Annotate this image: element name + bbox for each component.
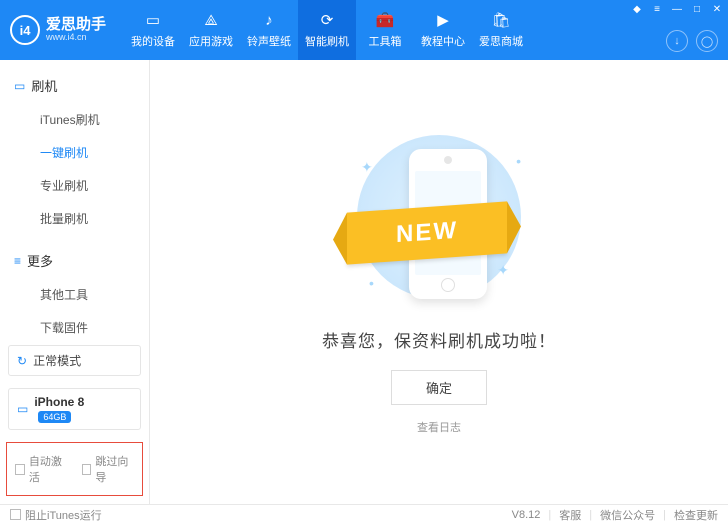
skip-guide-checkbox[interactable]: 跳过向导	[82, 453, 135, 485]
sidebar-section-head: ≡ 更多	[0, 245, 149, 276]
nav-icon: 🛍	[492, 11, 510, 29]
app-title: 爱思助手	[46, 17, 106, 32]
nav-icon: ⟁	[202, 11, 220, 29]
skin-button[interactable]: ◆	[630, 2, 644, 16]
sidebar-section-head: ▭ 刷机	[0, 70, 149, 101]
nav-label: 教程中心	[421, 33, 465, 49]
nav-icon: ▭	[144, 11, 162, 29]
sidebar-options-highlight: 自动激活 跳过向导	[6, 442, 143, 496]
checkbox-icon	[82, 464, 92, 475]
sidebar-item[interactable]: 专业刷机	[0, 169, 149, 202]
nav-item-6[interactable]: 🛍 爱思商城	[472, 0, 530, 60]
footer-link-update[interactable]: 检查更新	[674, 507, 718, 523]
nav-item-5[interactable]: ▶ 教程中心	[414, 0, 472, 60]
nav-label: 工具箱	[369, 33, 402, 49]
nav-item-2[interactable]: ♪ 铃声壁纸	[240, 0, 298, 60]
footer-link-wechat[interactable]: 微信公众号	[600, 507, 655, 523]
phone-icon: ▭	[17, 402, 28, 416]
header-right: ↓ ◯	[666, 30, 718, 52]
minimize-button[interactable]: —	[670, 2, 684, 16]
nav-label: 智能刷机	[305, 33, 349, 49]
download-button[interactable]: ↓	[666, 30, 688, 52]
logo-icon: i4	[10, 15, 40, 45]
ok-button[interactable]: 确定	[391, 370, 487, 405]
success-illustration: ✦ • • ✦ NEW	[339, 129, 539, 309]
nav-icon: ♪	[260, 11, 278, 29]
nav-item-0[interactable]: ▭ 我的设备	[124, 0, 182, 60]
main-content: ✦ • • ✦ NEW 恭喜您，保资料刷机成功啦！ 确定 查看日志	[150, 60, 728, 504]
nav-item-4[interactable]: 🧰 工具箱	[356, 0, 414, 60]
device-name: iPhone 8	[34, 395, 84, 409]
sidebar-device[interactable]: ▭ iPhone 8 64GB	[8, 388, 141, 430]
section-icon: ▭	[14, 79, 25, 93]
nav-item-3[interactable]: ⟳ 智能刷机	[298, 0, 356, 60]
nav-label: 我的设备	[131, 33, 175, 49]
checkbox-icon	[10, 509, 21, 520]
sidebar-item[interactable]: 批量刷机	[0, 202, 149, 235]
maximize-button[interactable]: □	[690, 2, 704, 16]
status-bar: 阻止iTunes运行 V8.12 | 客服 | 微信公众号 | 检查更新	[0, 504, 728, 524]
block-itunes-checkbox[interactable]: 阻止iTunes运行	[10, 507, 102, 523]
footer-link-support[interactable]: 客服	[559, 507, 581, 523]
nav-icon: 🧰	[376, 11, 394, 29]
nav-label: 铃声壁纸	[247, 33, 291, 49]
view-log-link[interactable]: 查看日志	[417, 419, 461, 435]
version-label: V8.12	[512, 509, 541, 521]
auto-activate-checkbox[interactable]: 自动激活	[15, 453, 68, 485]
success-message: 恭喜您，保资料刷机成功啦！	[322, 327, 556, 352]
sidebar: ▭刷机iTunes刷机一键刷机专业刷机批量刷机≡更多其他工具下载固件高级功能 ↻…	[0, 60, 150, 504]
checkbox-icon	[15, 464, 25, 475]
sidebar-item[interactable]: iTunes刷机	[0, 103, 149, 136]
nav-item-1[interactable]: ⟁ 应用游戏	[182, 0, 240, 60]
window-controls: ◆ ≡ — □ ✕	[630, 2, 724, 16]
nav-label: 爱思商城	[479, 33, 523, 49]
account-button[interactable]: ◯	[696, 30, 718, 52]
sidebar-item[interactable]: 一键刷机	[0, 136, 149, 169]
menu-button[interactable]: ≡	[650, 2, 664, 16]
sidebar-item[interactable]: 下载固件	[0, 311, 149, 339]
section-title: 更多	[27, 251, 53, 270]
device-storage-badge: 64GB	[38, 411, 71, 423]
close-button[interactable]: ✕	[710, 2, 724, 16]
sidebar-item[interactable]: 其他工具	[0, 278, 149, 311]
section-title: 刷机	[31, 76, 57, 95]
nav-label: 应用游戏	[189, 33, 233, 49]
sidebar-mode-label: 正常模式	[33, 352, 81, 369]
app-header: i4 爱思助手 www.i4.cn ▭ 我的设备 ⟁ 应用游戏 ♪ 铃声壁纸 ⟳ 智能刷机 🧰 工…	[0, 0, 728, 60]
nav-icon: ⟳	[318, 11, 336, 29]
nav-icon: ▶	[434, 11, 452, 29]
top-nav: ▭ 我的设备 ⟁ 应用游戏 ♪ 铃声壁纸 ⟳ 智能刷机 🧰 工具箱 ▶ 教程中心 🛍 爱思商城	[124, 0, 718, 60]
sidebar-mode[interactable]: ↻ 正常模式	[8, 345, 141, 376]
section-icon: ≡	[14, 254, 21, 268]
refresh-icon: ↻	[17, 354, 27, 368]
app-subtitle: www.i4.cn	[46, 32, 106, 43]
logo: i4 爱思助手 www.i4.cn	[10, 15, 106, 45]
